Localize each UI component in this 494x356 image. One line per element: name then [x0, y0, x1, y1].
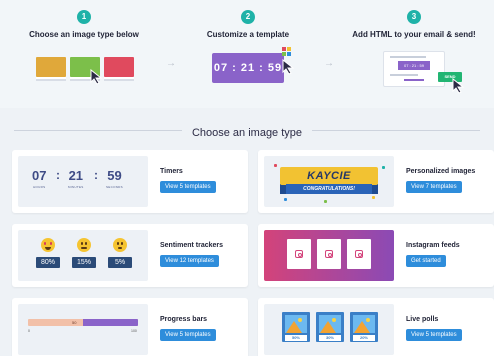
arrow-right-icon: → [166, 58, 176, 69]
color-palette-icon [282, 47, 292, 57]
card-personalized-images[interactable]: KAYCIE CONGRATULATIONS! Personalized ima… [258, 150, 494, 213]
view-polls-button[interactable]: View 5 templates [406, 329, 462, 341]
timer-hours-label: HOURS [33, 185, 46, 189]
step-2-number: 2 [241, 10, 255, 24]
card-sentiment-trackers[interactable]: 80% 15% 5% Sentiment trackers View 12 te… [12, 224, 248, 287]
thumb-red [104, 57, 134, 77]
thumb-orange [36, 57, 66, 77]
name-banner: KAYCIE [280, 167, 378, 185]
view-timers-button[interactable]: View 5 templates [160, 181, 216, 193]
mini-email-preview: 07 : 21 : 59 SEND [383, 51, 465, 94]
instagram-icon [355, 250, 363, 258]
card-progress-bars[interactable]: 50 0 100 Progress bars View 5 templates [12, 298, 248, 356]
instagram-preview [264, 230, 394, 281]
view-progress-button[interactable]: View 5 templates [160, 329, 216, 341]
instagram-post [347, 239, 371, 269]
cursor-icon [452, 78, 465, 94]
poll-option-2: 30% [316, 312, 344, 342]
steps-header: 1 Choose an image type below → 2 Customi… [0, 0, 494, 108]
step-1: 1 Choose an image type below [22, 10, 146, 85]
instagram-icon [325, 250, 333, 258]
poll-option-3: 20% [350, 312, 378, 342]
view-personalized-button[interactable]: View 7 templates [406, 181, 462, 193]
congratulations-ribbon: CONGRATULATIONS! [286, 184, 372, 194]
sentiment-preview: 80% 15% 5% [18, 230, 148, 281]
card-title-instagram: Instagram feeds [406, 242, 460, 249]
step-3-title: Add HTML to your email & send! [352, 30, 476, 39]
emoji-sad-icon [113, 238, 127, 252]
instagram-get-started-button[interactable]: Get started [406, 255, 446, 267]
card-title-polls: Live polls [406, 316, 439, 323]
arrow-right-icon: → [324, 58, 334, 69]
card-title-personalized: Personalized images [406, 168, 476, 175]
timer-minutes-label: MINUTES [68, 185, 84, 189]
progress-fill [83, 319, 138, 326]
cursor-icon [90, 69, 103, 85]
cursor-icon [282, 59, 295, 75]
mini-timer-text: 07 : 21 : 59 [213, 62, 283, 74]
step-1-number: 1 [77, 10, 91, 24]
step-3-number: 3 [407, 10, 421, 24]
poll-value-3: 20% [353, 335, 375, 341]
personalized-preview: KAYCIE CONGRATULATIONS! [264, 156, 394, 207]
poll-option-1: 50% [282, 312, 310, 342]
card-timers[interactable]: 07 HOURS : 21 MINUTES : 59 SECONDS Timer… [12, 150, 248, 213]
instagram-post [317, 239, 341, 269]
timer-minutes: 21 [68, 168, 84, 183]
card-title-timers: Timers [160, 168, 183, 175]
section-title: Choose an image type [181, 127, 313, 139]
progress-preview: 50 0 100 [18, 304, 148, 355]
card-title-progress: Progress bars [160, 316, 208, 323]
emoji-neutral-icon [77, 238, 91, 252]
step-2-title: Customize a template [206, 30, 290, 39]
section-heading: Choose an image type [14, 123, 480, 139]
mini-timer-preview: 07 : 21 : 59 [212, 47, 295, 83]
card-live-polls[interactable]: 50% 30% 20% Live polls View 5 templates [258, 298, 494, 356]
progress-mid-label: 50 [72, 320, 77, 325]
card-instagram-feeds[interactable]: Instagram feeds Get started [258, 224, 494, 287]
progress-min-label: 0 [28, 329, 30, 333]
progress-track [28, 319, 138, 326]
sentiment-value-2: 15% [72, 257, 96, 268]
poll-value-1: 50% [285, 335, 307, 341]
timers-preview: 07 HOURS : 21 MINUTES : 59 SECONDS [18, 156, 148, 207]
view-sentiment-button[interactable]: View 12 templates [160, 255, 219, 267]
step-3: 3 Add HTML to your email & send! 07 : 21… [344, 10, 484, 94]
card-title-sentiment: Sentiment trackers [160, 242, 224, 249]
polls-preview: 50% 30% 20% [264, 304, 394, 355]
emoji-happy-icon [41, 238, 55, 252]
step-1-title: Choose an image type below [29, 30, 139, 39]
progress-max-label: 100 [131, 329, 137, 333]
poll-value-2: 30% [319, 335, 341, 341]
image-type-thumbnails [34, 53, 134, 85]
sentiment-value-3: 5% [108, 257, 132, 268]
timer-seconds: 59 [107, 168, 122, 183]
sentiment-value-1: 80% [36, 257, 60, 268]
step-2: 2 Customize a template 07 : 21 : 59 [188, 10, 308, 83]
timer-seconds-label: SECONDS [106, 185, 123, 189]
timer-hours: 07 [32, 168, 47, 183]
instagram-post [287, 239, 311, 269]
mini-email-timer: 07 : 21 : 59 [398, 61, 430, 70]
instagram-icon [295, 250, 303, 258]
